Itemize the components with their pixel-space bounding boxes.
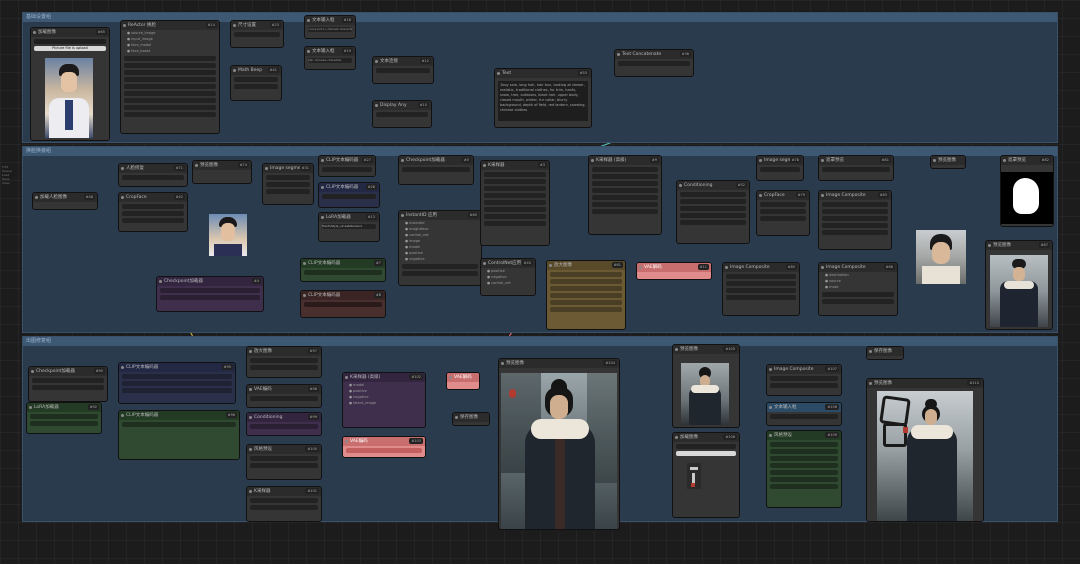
- node-image-blend[interactable]: Image Composite #107: [766, 364, 842, 396]
- node-title: 预览图像: [499, 359, 619, 368]
- result-image: [501, 373, 617, 529]
- node-checkpoint[interactable]: Checkpoint加载器 #5: [398, 155, 474, 185]
- node-title: 预览图像: [867, 379, 983, 388]
- node-crop-face[interactable]: CropFace #42: [118, 192, 188, 232]
- node-clip-text-2[interactable]: CLIP文本编码器 #28: [318, 182, 380, 208]
- node-image-composite[interactable]: Image Composite #85: [722, 262, 800, 316]
- node-image-segment[interactable]: Image segment #31: [262, 163, 314, 205]
- node-mask-preview[interactable]: 遮罩预览 #82: [1000, 155, 1054, 227]
- node-clip-negative[interactable]: CLIP文本编码器 #8: [300, 290, 386, 318]
- node-load-image-bottom[interactable]: 加载图像 #106: [672, 432, 740, 518]
- node-reactor[interactable]: ReActor 换脸 #14 ● source_image ● input_im…: [120, 20, 220, 134]
- node-sampler-bottom[interactable]: K采样器 #101: [246, 486, 322, 522]
- node-title: Checkpoint加载器: [157, 277, 263, 286]
- node-vae-encode[interactable]: VAE编码 #98: [246, 384, 322, 408]
- node-checkpoint-bottom[interactable]: Checkpoint加载器 #90: [28, 366, 108, 402]
- node-load-face-model[interactable]: 加载人脸图像 #48: [32, 192, 98, 210]
- node-title: 保存图像: [867, 347, 903, 356]
- node-conditioning[interactable]: Conditioning #52: [676, 180, 750, 244]
- lora-name-field[interactable]: HanfuStyle_v2.safetensors: [322, 224, 376, 229]
- node-text-overlay[interactable]: 文本输入框 #108: [766, 402, 842, 426]
- node-upscale-model[interactable]: 放大图像 #61: [546, 260, 626, 330]
- text-preview-body[interactable]: 1boy solo, long hair, hair bun, looking …: [498, 81, 588, 121]
- text-input-b-field[interactable]: pfp, chinese character: [308, 58, 352, 63]
- node-upscale-settings[interactable]: 放大图像 #97: [246, 346, 322, 378]
- node-vae-encode-2[interactable]: VAE编码 #103: [342, 436, 426, 458]
- node-title: CLIP文本编码器: [301, 259, 385, 268]
- node-model-loader[interactable]: Checkpoint加载器 #4: [156, 276, 264, 312]
- node-small-save[interactable]: 保存图像: [866, 346, 904, 360]
- node-title: 预览图像: [931, 156, 965, 165]
- upload-button[interactable]: Picture file is upload: [34, 46, 106, 51]
- node-ksampler-advanced[interactable]: K采样器 (高级) #9: [588, 155, 662, 235]
- side-menu-item[interactable]: Clear: [2, 181, 18, 185]
- node-text-layout[interactable]: 风格预设 #109: [766, 430, 842, 508]
- group-title: 换脸换装组: [23, 147, 1057, 156]
- mask-image: [1001, 172, 1053, 224]
- node-vae-decode[interactable]: VAE解码 #11: [636, 262, 712, 280]
- node-poster-preview[interactable]: 预览图像 #110: [866, 378, 984, 522]
- node-save-image[interactable]: 保存图像: [452, 412, 490, 426]
- side-menu[interactable]: T-Fd Queue Load Save Clear: [2, 165, 18, 185]
- node-display-any[interactable]: Display Any #10: [372, 100, 432, 128]
- node-title: Text: [495, 69, 591, 78]
- node-style-preset[interactable]: 风格预设 #100: [246, 444, 322, 480]
- node-face-preview[interactable]: 预览图像 #74: [192, 160, 252, 184]
- node-title: ReActor 换脸: [121, 21, 219, 30]
- node-reference-preview[interactable]: 预览图像 #105: [672, 344, 740, 428]
- node-face-restore[interactable]: 人脸修复 #71: [118, 163, 188, 187]
- reference-image: [681, 363, 729, 425]
- node-title: 保存图像: [453, 413, 489, 422]
- node-controlnet[interactable]: ControlNet应用 #40 ● positive ● negative ●…: [480, 258, 536, 296]
- node-ksampler[interactable]: K采样器 #3: [480, 160, 550, 246]
- node-vae-decode-bottom[interactable]: VAE解码: [446, 372, 480, 390]
- node-ksampler-bottom[interactable]: K采样器 (高级) #102 ● model ● positive ● nega…: [342, 372, 426, 428]
- poster-image: [877, 391, 973, 521]
- node-lora-bottom[interactable]: LoRA加载器 #92: [26, 402, 102, 434]
- node-title: CLIP文本编码器: [119, 411, 239, 420]
- node-instantid[interactable]: InstantID 应用 #60 ● instantid ● insightfa…: [398, 210, 482, 286]
- node-prompt-negative[interactable]: CLIP文本编码器 #96: [118, 410, 240, 460]
- node-lora-loader[interactable]: LoRA加载器 #13 HanfuStyle_v2.safetensors: [318, 212, 380, 242]
- node-size[interactable]: 尺寸设置 #23: [230, 20, 284, 48]
- node-text-input-a[interactable]: 文本输入框 #18 <lora:pid:1>,female character: [304, 15, 356, 39]
- node-clip-text[interactable]: CLIP文本编码器 #27: [318, 155, 376, 177]
- upload-button[interactable]: [676, 451, 736, 456]
- node-mask-settings[interactable]: CropFace #79: [756, 190, 810, 236]
- portrait-photo: [45, 58, 93, 138]
- node-final-preview[interactable]: 预览图像 #87: [985, 240, 1053, 330]
- node-clip-positive[interactable]: CLIP文本编码器 #7: [300, 258, 386, 282]
- node-text-concatenate[interactable]: Text Concatenate #36: [614, 49, 694, 77]
- composite-preview-image: [990, 255, 1048, 327]
- node-title: VAE解码: [447, 373, 479, 382]
- node-title: CLIP文本编码器: [119, 363, 235, 372]
- node-prompt-positive[interactable]: CLIP文本编码器 #95: [118, 362, 236, 404]
- text-input-a-field[interactable]: <lora:pid:1>,female character: [308, 27, 352, 32]
- node-load-image[interactable]: 加载图像 #65 Picture file is upload: [30, 27, 110, 141]
- group-title: 出图修复组: [23, 337, 1057, 346]
- node-concat[interactable]: 文本连接 #12: [372, 56, 434, 84]
- node-text-input-b[interactable]: 文本输入框 #19 pfp, chinese character: [304, 46, 356, 70]
- node-mask-preview-ctrl[interactable]: 遮罩预览 #81: [818, 155, 894, 181]
- node-mask-params[interactable]: Image Composite #83: [818, 190, 892, 250]
- node-result-preview[interactable]: 预览图像 #104: [498, 358, 620, 530]
- node-mask-op[interactable]: Image segment #78: [756, 155, 804, 181]
- node-text-preview[interactable]: Text #53 1boy solo, long hair, hair bun,…: [494, 68, 592, 128]
- node-small-preview[interactable]: 预览图像: [930, 155, 966, 169]
- node-math[interactable]: Math Beep #41: [230, 65, 282, 101]
- face-crop-thumbnail: [209, 214, 247, 256]
- node-title: CLIP文本编码器: [301, 291, 385, 300]
- node-model-sampling[interactable]: Conditioning #99: [246, 412, 322, 436]
- node-image-composite-2[interactable]: Image Composite #86 ● destination ● sour…: [818, 262, 898, 316]
- calligraphy-thumbnail: [687, 463, 701, 489]
- face-preview-image: [916, 230, 966, 284]
